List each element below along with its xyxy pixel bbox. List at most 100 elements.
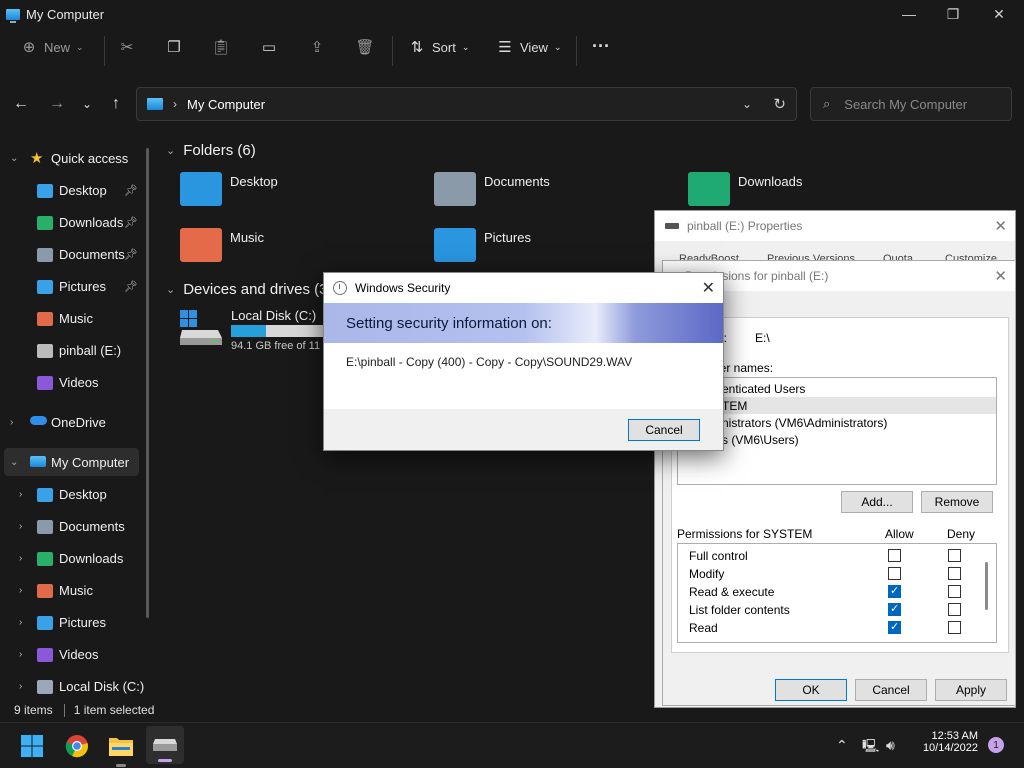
chevron-right-icon[interactable]: › — [19, 585, 22, 596]
drives-group-header[interactable]: ⌄ Devices and drives (3) — [166, 281, 332, 298]
rename-button[interactable]: ▭ — [260, 38, 278, 56]
chevron-right-icon[interactable]: › — [19, 521, 22, 532]
back-button[interactable]: ← — [8, 91, 34, 117]
user-list-item[interactable]: enticated Users — [678, 380, 996, 397]
sidebar-item-onedrive[interactable]: › OneDrive — [0, 408, 150, 436]
share-button[interactable]: ⇪ — [308, 38, 326, 56]
drive-taskbar-button[interactable] — [146, 726, 184, 764]
sidebar-item-videos[interactable]: › Videos — [0, 640, 150, 668]
allow-checkbox[interactable] — [888, 549, 901, 562]
cut-button[interactable]: ✂ — [118, 38, 136, 56]
sidebar-item-local-disk-c-[interactable]: › Local Disk (C:) — [0, 672, 150, 700]
system-clock[interactable]: 12:53 AM 10/14/2022 — [912, 730, 978, 754]
sidebar-item-pictures[interactable]: › Pictures — [0, 608, 150, 636]
sidebar-item-desktop[interactable]: Desktop 📌︎ — [0, 176, 150, 204]
chevron-right-icon[interactable]: › — [19, 617, 22, 628]
chevron-right-icon[interactable]: › — [19, 489, 22, 500]
sidebar-item-pinball-e-[interactable]: pinball (E:) — [0, 336, 150, 364]
search-input[interactable]: ⌕ Search My Computer — [810, 87, 1012, 121]
close-icon[interactable]: ✕ — [994, 267, 1007, 285]
sidebar-item-music[interactable]: › Music — [0, 576, 150, 604]
deny-checkbox[interactable] — [948, 603, 961, 616]
allow-checkbox[interactable] — [888, 620, 901, 634]
close-icon[interactable]: ✕ — [994, 217, 1007, 235]
folder-tile-downloads[interactable]: Downloads — [688, 172, 802, 206]
file-explorer-taskbar-button[interactable] — [106, 731, 136, 767]
up-button[interactable]: ↑ — [103, 91, 129, 117]
add-button[interactable]: Add... — [841, 491, 913, 513]
folders-group-header[interactable]: ⌄ Folders (6) — [166, 142, 256, 159]
user-list[interactable]: enticated Users TEM nistrators (VM6\Admini… — [677, 377, 997, 485]
pin-icon: 📌︎ — [124, 280, 138, 293]
chevron-right-icon[interactable]: › — [19, 681, 22, 692]
cancel-button[interactable]: Cancel — [628, 419, 700, 441]
address-bar[interactable]: › My Computer ⌄ ↻ — [136, 87, 797, 121]
allow-checkbox[interactable] — [888, 584, 901, 598]
paste-button[interactable]: 📋︎ — [211, 38, 230, 56]
deny-checkbox[interactable] — [948, 549, 961, 562]
ok-button[interactable]: OK — [775, 679, 847, 701]
computer-icon — [147, 98, 163, 110]
folder-tile-documents[interactable]: Documents — [434, 172, 550, 206]
sidebar-item-my-computer[interactable]: ⌄ My Computer — [4, 448, 139, 476]
more-options-button[interactable]: ··· — [592, 36, 610, 57]
folder-tile-music[interactable]: Music — [180, 228, 264, 262]
chevron-right-icon[interactable]: › — [19, 553, 22, 564]
allow-checkbox[interactable] — [888, 602, 901, 616]
minimize-button[interactable]: — — [886, 0, 932, 28]
remove-button[interactable]: Remove — [921, 491, 993, 513]
refresh-icon[interactable]: ↻ — [773, 95, 786, 113]
sidebar-item-label: Videos — [59, 374, 99, 390]
notification-badge[interactable]: 1 — [988, 737, 1004, 753]
chevron-right-icon[interactable]: › — [10, 417, 13, 428]
sidebar-item-quick-access[interactable]: ⌄ ★ Quick access — [0, 144, 150, 172]
chevron-right-icon[interactable]: › — [19, 649, 22, 660]
sidebar-scrollbar[interactable] — [146, 148, 149, 618]
sidebar-item-documents[interactable]: › Documents — [0, 512, 150, 540]
chevron-down-icon[interactable]: ⌄ — [10, 457, 18, 468]
user-list-item[interactable]: nistrators (VM6\Administrators) — [678, 414, 996, 431]
dialog-banner: Setting security information on: — [324, 303, 723, 343]
picture-icon — [37, 616, 53, 630]
allow-checkbox[interactable] — [888, 567, 901, 580]
volume-icon[interactable]: 🔊︎ — [886, 737, 895, 754]
permission-name: Modify — [689, 567, 725, 581]
view-button[interactable]: ☰ View ⌄ — [496, 38, 561, 56]
network-icon[interactable]: 🖳︎ — [862, 737, 879, 759]
chevron-up-icon[interactable]: ⌃ — [836, 737, 848, 754]
user-list-item[interactable]: TEM — [678, 397, 996, 414]
chrome-icon — [65, 735, 88, 758]
sidebar-item-downloads[interactable]: › Downloads — [0, 544, 150, 572]
chrome-taskbar-button[interactable] — [62, 731, 92, 761]
chevron-down-icon[interactable]: ⌄ — [742, 97, 752, 111]
deny-checkbox[interactable] — [948, 585, 961, 598]
breadcrumb[interactable]: My Computer — [187, 97, 265, 112]
maximize-button[interactable]: ❐ — [930, 0, 976, 28]
close-icon[interactable]: ✕ — [702, 278, 715, 298]
picture-icon — [37, 280, 53, 294]
new-button[interactable]: ⊕ New ⌄ — [20, 38, 84, 56]
scissors-icon: ✂ — [120, 39, 134, 56]
sidebar-item-downloads[interactable]: Downloads 📌︎ — [0, 208, 150, 236]
apply-button[interactable]: Apply — [935, 679, 1007, 701]
copy-button[interactable]: ❐ — [165, 38, 183, 56]
sort-button[interactable]: ⇅ Sort ⌄ — [408, 38, 470, 56]
user-list-item[interactable]: s (VM6\Users) — [678, 431, 996, 448]
active-indicator — [158, 759, 172, 762]
chevron-down-icon[interactable]: ⌄ — [10, 153, 18, 164]
sidebar-item-videos[interactable]: Videos — [0, 368, 150, 396]
deny-checkbox[interactable] — [948, 621, 961, 634]
cancel-button[interactable]: Cancel — [855, 679, 927, 701]
sidebar-item-desktop[interactable]: › Desktop — [0, 480, 150, 508]
start-button[interactable] — [17, 731, 47, 761]
delete-button[interactable]: 🗑︎ — [355, 38, 374, 56]
deny-checkbox[interactable] — [948, 567, 961, 580]
sidebar-item-pictures[interactable]: Pictures 📌︎ — [0, 272, 150, 300]
close-button[interactable]: ✕ — [976, 0, 1022, 28]
sidebar-item-documents[interactable]: Documents 📌︎ — [0, 240, 150, 268]
folder-tile-pictures[interactable]: Pictures — [434, 228, 531, 262]
folder-tile-desktop[interactable]: Desktop — [180, 172, 278, 206]
recent-locations-button[interactable]: ⌄ — [74, 91, 100, 117]
sidebar-item-music[interactable]: Music — [0, 304, 150, 332]
forward-button[interactable]: → — [44, 91, 70, 117]
